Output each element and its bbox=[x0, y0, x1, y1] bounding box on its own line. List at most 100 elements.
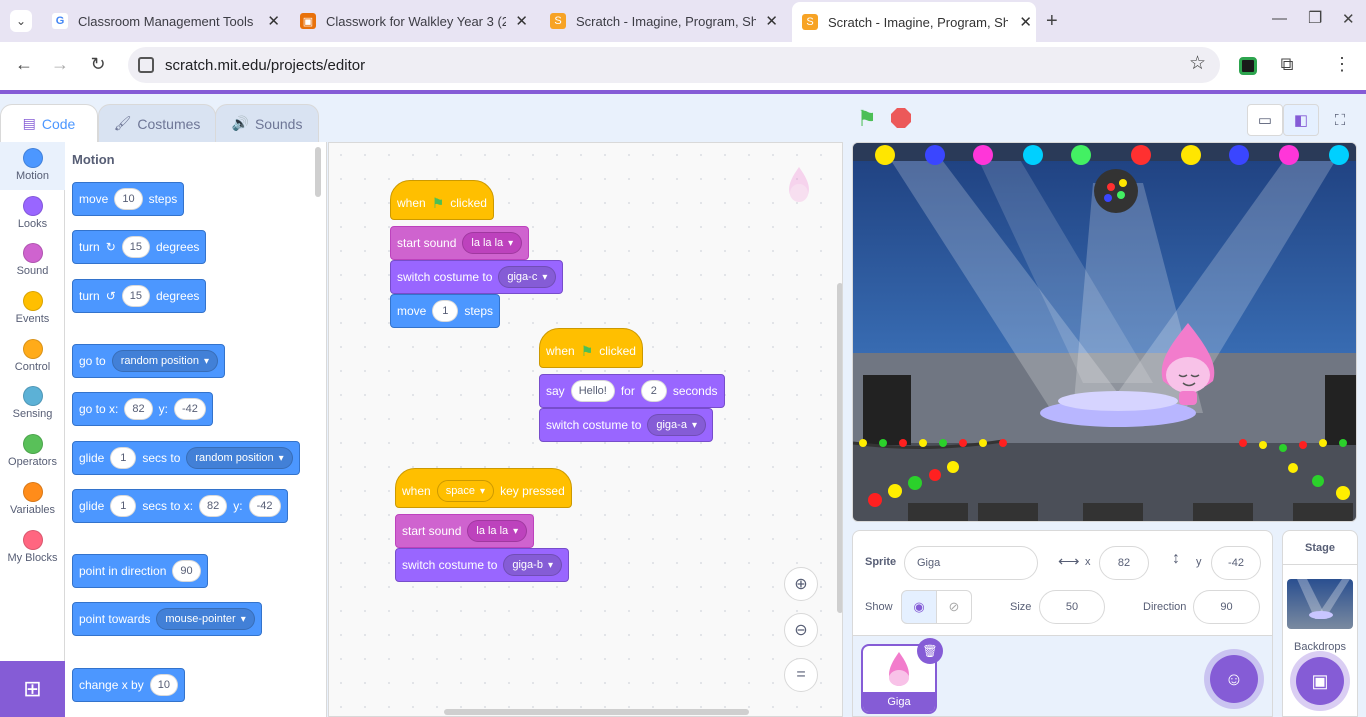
block-say-for-seconds[interactable]: say Hello! for 2 seconds bbox=[539, 374, 725, 408]
block-dropdown[interactable]: giga-c bbox=[498, 266, 557, 288]
forward-arrow-icon[interactable]: → bbox=[48, 54, 72, 75]
block-turn-right[interactable]: turn ↻ 15 degrees bbox=[72, 230, 207, 264]
block-input[interactable]: 1 bbox=[110, 495, 137, 517]
add-extension-button[interactable]: ⊞ bbox=[0, 661, 65, 717]
block-start-sound[interactable]: start sound la la la bbox=[390, 226, 530, 260]
tab-code[interactable]: ▤ Code bbox=[0, 104, 98, 142]
close-icon[interactable]: ✕ bbox=[1019, 13, 1032, 31]
zoom-out-icon[interactable]: ⊖ bbox=[784, 613, 818, 647]
bookmark-star-icon[interactable]: ☆ bbox=[1189, 52, 1206, 75]
choose-backdrop-button[interactable]: ▣ bbox=[1296, 657, 1344, 705]
category-events[interactable]: Events bbox=[0, 285, 65, 333]
block-switch-costume[interactable]: switch costume to giga-a bbox=[539, 408, 713, 442]
site-info-icon[interactable] bbox=[138, 57, 154, 73]
show-sprite-button[interactable]: ◉ bbox=[901, 590, 937, 624]
block-switch-costume[interactable]: switch costume to giga-c bbox=[390, 260, 564, 294]
browser-tab[interactable]: ▣ Classwork for Walkley Year 3 (2 ✕ bbox=[292, 6, 532, 36]
block-go-to-xy[interactable]: go to x: 82 y: -42 bbox=[72, 392, 213, 426]
new-tab-button[interactable]: + bbox=[1046, 10, 1058, 33]
green-flag-button[interactable]: ⚑ bbox=[857, 106, 877, 132]
block-start-sound[interactable]: start sound la la la bbox=[395, 514, 535, 548]
category-motion[interactable]: Motion bbox=[0, 142, 65, 190]
extensions-puzzle-icon[interactable]: ⧉ bbox=[1275, 54, 1299, 75]
block-dropdown[interactable]: random position bbox=[111, 350, 219, 372]
block-go-to[interactable]: go to random position bbox=[72, 344, 226, 378]
block-dropdown[interactable]: random position bbox=[186, 447, 293, 469]
block-turn-left[interactable]: turn ↺ 15 degrees bbox=[72, 279, 207, 313]
menu-kebab-icon[interactable]: ⋮ bbox=[1330, 54, 1354, 75]
block-dropdown[interactable]: la la la bbox=[462, 232, 523, 254]
block-dropdown[interactable]: mouse-pointer bbox=[156, 608, 255, 630]
category-sound[interactable]: Sound bbox=[0, 237, 65, 285]
block-point-towards[interactable]: point towards mouse-pointer bbox=[72, 602, 262, 636]
block-when-flag-clicked[interactable]: when ⚑ clicked bbox=[539, 328, 643, 368]
hide-sprite-button[interactable]: ⊘ bbox=[936, 590, 972, 624]
code-workspace[interactable]: when ⚑ clicked start sound la la la switch … bbox=[328, 142, 843, 717]
minimize-button[interactable]: — bbox=[1272, 10, 1287, 27]
category-sensing[interactable]: Sensing bbox=[0, 380, 65, 428]
choose-sprite-button[interactable]: ☺ bbox=[1210, 655, 1258, 703]
block-dropdown[interactable]: giga-b bbox=[503, 554, 562, 576]
block-dropdown[interactable]: giga-a bbox=[647, 414, 706, 436]
block-input[interactable]: -42 bbox=[248, 495, 281, 517]
direction-field[interactable]: 90 bbox=[1193, 590, 1260, 624]
stage-selector-panel[interactable]: Stage Backdrops ▣ bbox=[1282, 530, 1358, 717]
normal-stage-button[interactable]: ◧ bbox=[1283, 104, 1319, 136]
close-icon[interactable]: ✕ bbox=[765, 12, 778, 30]
workspace-vertical-scrollbar[interactable] bbox=[837, 283, 842, 613]
palette-scrollbar[interactable] bbox=[315, 147, 321, 197]
zoom-in-icon[interactable]: ⊕ bbox=[784, 567, 818, 601]
stage-canvas[interactable] bbox=[852, 142, 1357, 522]
size-field[interactable]: 50 bbox=[1039, 590, 1105, 624]
category-variables[interactable]: Variables bbox=[0, 476, 65, 524]
workspace-horizontal-scrollbar[interactable] bbox=[444, 709, 749, 715]
sprite-name-field[interactable]: Giga bbox=[904, 546, 1038, 580]
delete-sprite-button[interactable]: 🗑 bbox=[917, 638, 943, 664]
x-field[interactable]: 82 bbox=[1099, 546, 1149, 580]
block-dropdown[interactable]: la la la bbox=[467, 520, 528, 542]
block-input[interactable]: 10 bbox=[149, 674, 178, 696]
reload-icon[interactable]: ↻ bbox=[86, 54, 110, 75]
block-switch-costume[interactable]: switch costume to giga-b bbox=[395, 548, 569, 582]
y-field[interactable]: -42 bbox=[1211, 546, 1261, 580]
block-when-key-pressed[interactable]: when space key pressed bbox=[395, 468, 572, 508]
fullscreen-button[interactable]: ⛶ bbox=[1322, 104, 1358, 136]
block-input[interactable]: Hello! bbox=[570, 380, 615, 402]
block-input[interactable]: 15 bbox=[121, 236, 150, 258]
block-glide[interactable]: glide 1 secs to random position bbox=[72, 441, 300, 475]
browser-tab[interactable]: G Classroom Management Tools ✕ bbox=[44, 6, 284, 36]
reset-zoom-icon[interactable]: = bbox=[784, 658, 818, 692]
category-control[interactable]: Control bbox=[0, 333, 65, 381]
maximize-button[interactable]: ❐ bbox=[1308, 8, 1322, 28]
backdrop-thumbnail[interactable] bbox=[1287, 579, 1353, 629]
block-dropdown[interactable]: space bbox=[436, 480, 495, 502]
extension-icon[interactable] bbox=[1239, 57, 1257, 75]
block-input[interactable]: -42 bbox=[173, 398, 206, 420]
block-input[interactable]: 82 bbox=[199, 495, 228, 517]
tab-search-button[interactable]: ⌄ bbox=[10, 10, 32, 32]
block-input[interactable]: 90 bbox=[172, 560, 201, 582]
tab-sounds[interactable]: 🔊 Sounds bbox=[215, 104, 319, 142]
small-stage-button[interactable]: ▭ bbox=[1247, 104, 1283, 136]
block-move-steps[interactable]: move 1 steps bbox=[390, 294, 501, 328]
block-input[interactable]: 1 bbox=[110, 447, 137, 469]
block-input[interactable]: 10 bbox=[114, 188, 143, 210]
category-my-blocks[interactable]: My Blocks bbox=[0, 524, 65, 572]
close-window-button[interactable]: ✕ bbox=[1342, 10, 1355, 28]
block-input[interactable]: 1 bbox=[432, 300, 459, 322]
category-operators[interactable]: Operators bbox=[0, 428, 65, 476]
browser-tab-active[interactable]: S Scratch - Imagine, Program, Sha ✕ bbox=[792, 2, 1036, 42]
stop-button[interactable] bbox=[891, 108, 911, 128]
category-looks[interactable]: Looks bbox=[0, 190, 65, 238]
block-move-steps[interactable]: move 10 steps bbox=[72, 182, 185, 216]
tab-costumes[interactable]: 🖌 Costumes bbox=[98, 104, 216, 142]
block-when-flag-clicked[interactable]: when ⚑ clicked bbox=[390, 180, 494, 220]
block-input[interactable]: 15 bbox=[121, 285, 150, 307]
close-icon[interactable]: ✕ bbox=[267, 12, 280, 30]
block-glide-xy[interactable]: glide 1 secs to x: 82 y: -42 bbox=[72, 489, 288, 523]
block-input[interactable]: 2 bbox=[640, 380, 667, 402]
browser-tab[interactable]: S Scratch - Imagine, Program, Sha ✕ bbox=[542, 6, 782, 36]
block-input[interactable]: 82 bbox=[124, 398, 153, 420]
close-icon[interactable]: ✕ bbox=[515, 12, 528, 30]
block-point-direction[interactable]: point in direction 90 bbox=[72, 554, 208, 588]
